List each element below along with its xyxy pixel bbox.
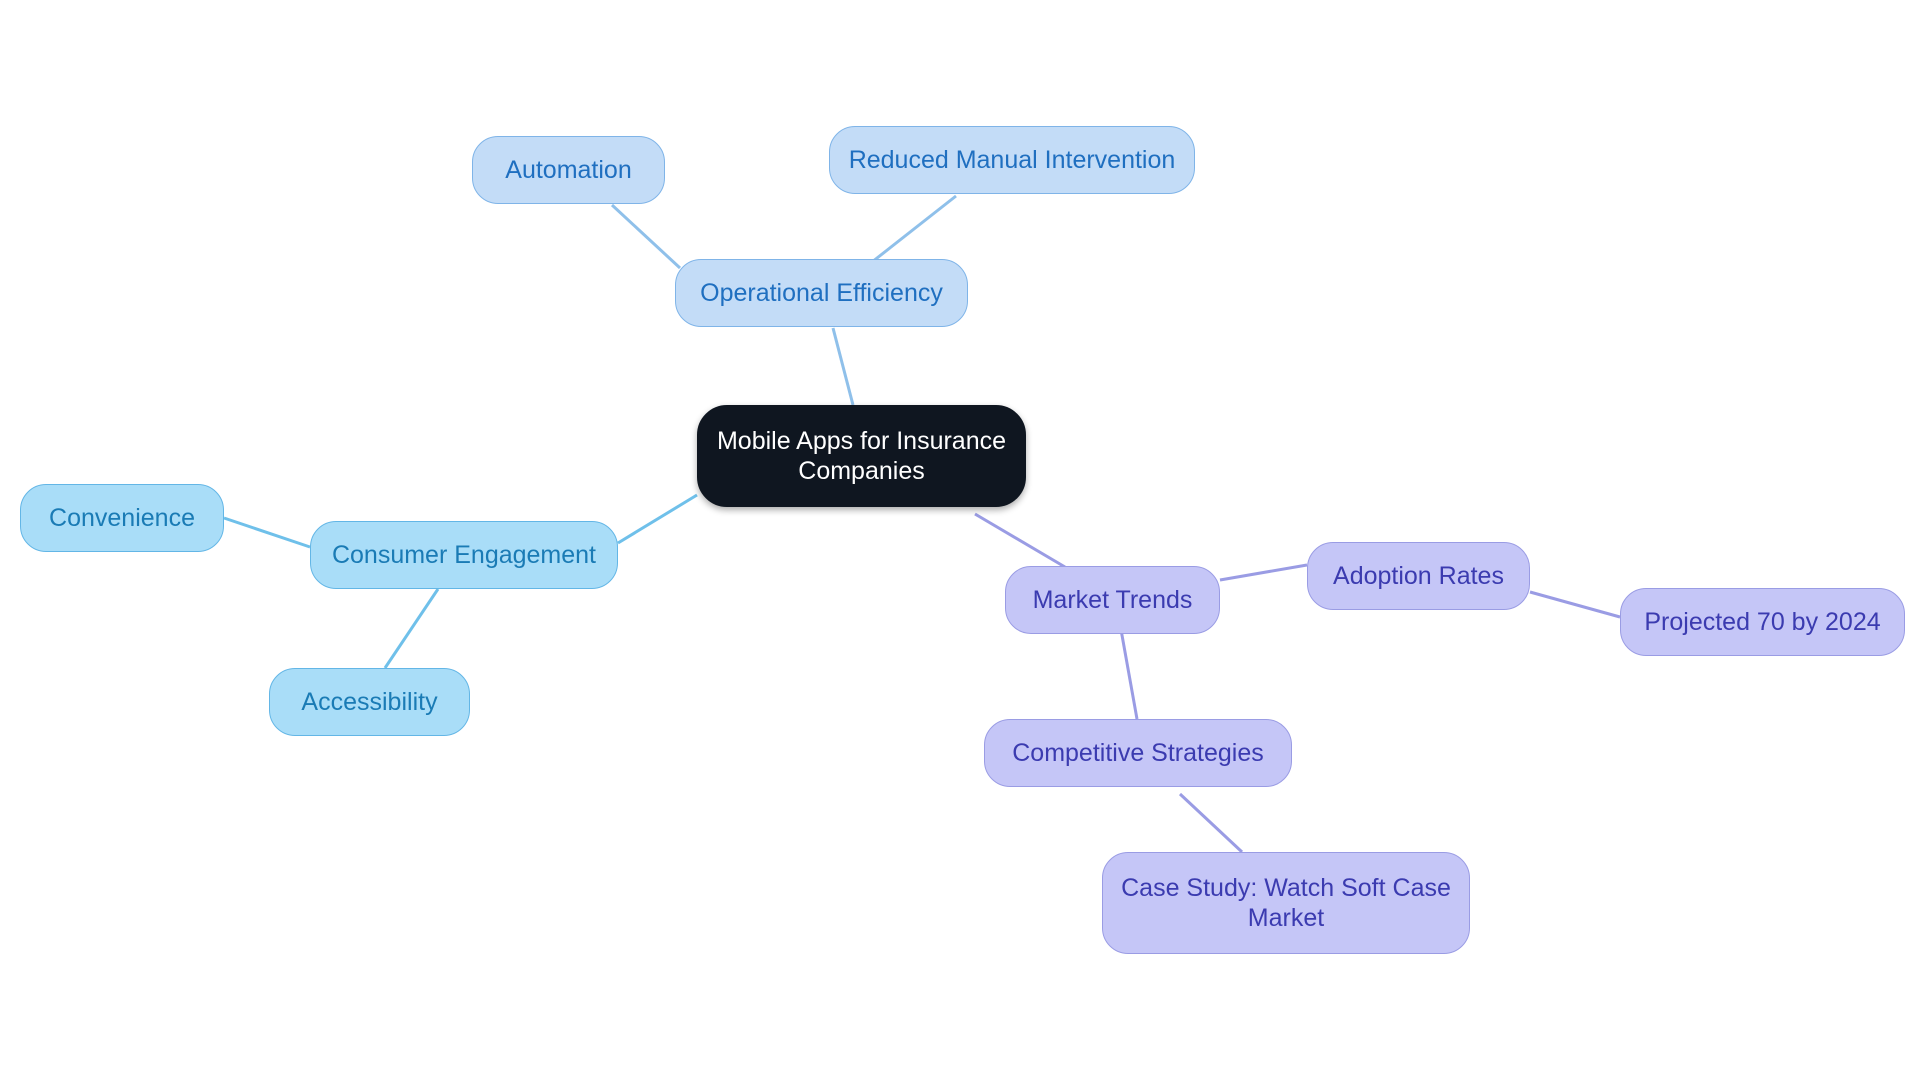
mindmap-node-consumer-engagement-label: Consumer Engagement (331, 540, 597, 569)
edge-consumer-engagement-accessibility (383, 588, 440, 669)
mindmap-node-market-trends[interactable]: Market Trends (1005, 566, 1220, 634)
edge-market-trends-competitive-strategies (1118, 623, 1139, 720)
mindmap-node-reduced-manual-intervention[interactable]: Reduced Manual Intervention (829, 126, 1195, 194)
mindmap-node-adoption-rates[interactable]: Adoption Rates (1307, 542, 1530, 610)
mindmap-node-case-study[interactable]: Case Study: Watch Soft Case Market (1102, 852, 1470, 954)
edge-market-trends-adoption-rates (1219, 563, 1308, 582)
mindmap-node-convenience[interactable]: Convenience (20, 484, 224, 552)
edge-operational-efficiency-automation (610, 203, 682, 270)
mindmap-node-root[interactable]: Mobile Apps for Insurance Companies (697, 405, 1026, 507)
edge-adoption-rates-projected-70-by-2024 (1529, 590, 1621, 619)
mindmap-node-projected-70-by-2024[interactable]: Projected 70 by 2024 (1620, 588, 1905, 656)
mindmap-node-projected-70-by-2024-label: Projected 70 by 2024 (1644, 607, 1881, 636)
mindmap-node-operational-efficiency[interactable]: Operational Efficiency (675, 259, 968, 327)
edge-root-market-trends (974, 512, 1066, 569)
mindmap-canvas: Mobile Apps for Insurance Companies Oper… (0, 0, 1920, 1083)
mindmap-node-root-label: Mobile Apps for Insurance Companies (716, 426, 1007, 486)
mindmap-node-consumer-engagement[interactable]: Consumer Engagement (310, 521, 618, 589)
edge-consumer-engagement-convenience (223, 516, 311, 549)
mindmap-node-accessibility-label: Accessibility (301, 687, 438, 716)
mindmap-node-market-trends-label: Market Trends (1032, 585, 1193, 614)
edge-root-consumer-engagement (617, 493, 698, 545)
mindmap-node-automation-label: Automation (505, 155, 632, 184)
mindmap-node-case-study-label: Case Study: Watch Soft Case Market (1121, 873, 1451, 933)
edge-operational-efficiency-reduced-manual-intervention (871, 194, 957, 264)
mindmap-node-competitive-strategies[interactable]: Competitive Strategies (984, 719, 1292, 787)
mindmap-node-accessibility[interactable]: Accessibility (269, 668, 470, 736)
edge-competitive-strategies-case-study (1178, 792, 1244, 854)
mindmap-node-operational-efficiency-label: Operational Efficiency (700, 278, 943, 307)
mindmap-node-automation[interactable]: Automation (472, 136, 665, 204)
mindmap-node-reduced-manual-intervention-label: Reduced Manual Intervention (848, 145, 1176, 174)
edge-root-operational-efficiency (831, 327, 855, 406)
mindmap-node-competitive-strategies-label: Competitive Strategies (1012, 738, 1264, 767)
mindmap-node-adoption-rates-label: Adoption Rates (1333, 561, 1504, 590)
mindmap-node-convenience-label: Convenience (49, 503, 195, 532)
